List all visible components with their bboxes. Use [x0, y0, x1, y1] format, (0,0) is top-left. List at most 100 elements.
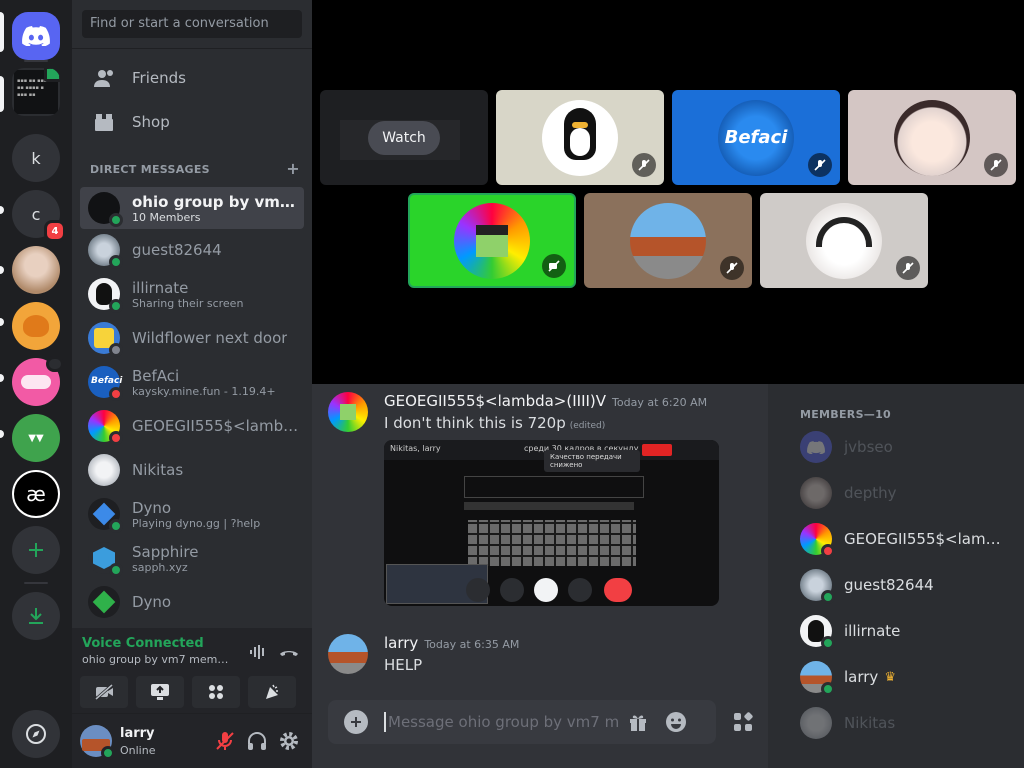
chat-panel: GEOEGII555$<lambda>(IIII)V Today at 6:20 …	[312, 384, 768, 768]
minecraft-head	[476, 224, 508, 257]
participant-avatar	[542, 99, 618, 176]
dm-item[interactable]: Dyno Playing dyno.gg | ?help	[80, 493, 304, 535]
avatar	[88, 586, 120, 618]
dm-item[interactable]: Sapphire sapph.xyz	[80, 537, 304, 579]
discord-home-button[interactable]	[12, 12, 60, 60]
embedded-toast: Качество передачи снижено	[544, 450, 640, 472]
muted-icon	[720, 256, 744, 280]
fox-avatar-icon	[23, 315, 49, 337]
soundboard-button[interactable]	[248, 676, 296, 708]
rail-separator	[24, 60, 48, 62]
avatar	[88, 542, 123, 577]
voice-channel-link[interactable]: ohio group by vm7 member...	[82, 653, 232, 666]
message-timestamp: Today at 6:20 AM	[612, 396, 708, 409]
message-input[interactable]: Message ohio group by vm7 me...	[388, 713, 618, 731]
member-item[interactable]: jvbseo	[800, 426, 1010, 468]
participant-tile[interactable]: Befaci	[672, 90, 840, 185]
noise-suppression-icon[interactable]	[248, 642, 268, 662]
member-item[interactable]: depthy	[800, 472, 1010, 514]
dm-item[interactable]: Befaci BefAci kaysky.mine.fun - 1.19.4+	[80, 361, 304, 403]
deafen-button[interactable]	[246, 730, 268, 756]
screen-share-button[interactable]	[136, 676, 184, 708]
embedded-keyboard	[468, 520, 636, 566]
message-author-line: larry Today at 6:35 AM	[384, 634, 519, 652]
befaci-logo: Befaci	[724, 127, 788, 148]
user-status: Online	[120, 744, 156, 757]
participant-avatar	[806, 202, 882, 279]
participant-tile[interactable]	[848, 90, 1016, 185]
avatar	[88, 454, 120, 486]
plus-icon	[29, 543, 43, 557]
gift-button[interactable]	[626, 710, 650, 734]
member-avatar	[800, 661, 835, 696]
server-ohio-group[interactable]: ▪▪▪ ▪▪ ▪▪▪ ▪▪ ▪▪▪▪ ▪ ▪▪▪ ▪▪	[12, 68, 60, 116]
server-ae[interactable]: æ	[12, 470, 60, 518]
status-online-icon	[109, 519, 123, 533]
dm-item[interactable]: illirnate Sharing their screen	[80, 273, 304, 315]
watch-stream-button[interactable]: Watch	[368, 120, 440, 155]
status-online-icon	[109, 563, 123, 577]
explore-button[interactable]	[12, 710, 60, 758]
dm-item[interactable]: Nikitas	[80, 449, 304, 491]
dm-item[interactable]: Wildflower next door	[80, 317, 304, 359]
dm-item[interactable]: Dyno	[80, 581, 304, 623]
image-attachment[interactable]: Nikitas, larry среди 30 кадров в секунду…	[384, 440, 719, 606]
download-apps-button[interactable]	[12, 592, 60, 640]
member-item[interactable]: guest82644	[800, 564, 1010, 606]
app-launcher-button[interactable]	[730, 709, 756, 735]
message-author[interactable]: GEOEGII555$<lambda>(IIII)V	[384, 392, 606, 410]
stream-tile[interactable]: Watch	[320, 90, 488, 185]
user-avatar[interactable]	[80, 725, 115, 760]
member-item[interactable]: larry ♛	[800, 656, 1010, 698]
server-k[interactable]: k	[12, 134, 60, 182]
member-item[interactable]: Nikitas	[800, 702, 1010, 744]
message-author[interactable]: larry	[384, 634, 418, 652]
mute-button[interactable]	[214, 730, 236, 756]
emoji-icon	[666, 712, 686, 732]
screen-share-icon	[151, 684, 169, 700]
dm-item-group[interactable]: ohio group by vm7 me...10 Members	[80, 187, 304, 229]
participant-tile[interactable]	[496, 90, 664, 185]
camera-off-button[interactable]	[80, 676, 128, 708]
member-avatar	[800, 615, 835, 650]
mention-badge: 4	[44, 220, 66, 242]
message-avatar[interactable]	[328, 634, 368, 674]
nav-shop[interactable]: Shop	[80, 101, 304, 143]
member-avatar	[800, 523, 835, 558]
dm-item[interactable]: guest82644	[80, 229, 304, 271]
status-online-icon	[109, 213, 123, 227]
status-dnd-icon	[109, 387, 123, 401]
member-item[interactable]: illirnate	[800, 610, 1010, 652]
participant-avatar	[630, 202, 706, 279]
nav-friends[interactable]: Friends	[80, 57, 304, 99]
status-online-icon	[821, 682, 835, 696]
voice-status[interactable]: Voice Connected	[82, 636, 204, 651]
status-dnd-icon	[821, 544, 835, 558]
participant-tile[interactable]	[760, 193, 928, 288]
server-portrait[interactable]	[12, 246, 60, 294]
voice-activity-badge	[44, 68, 60, 82]
activities-button[interactable]	[192, 676, 240, 708]
dm-item[interactable]: GEOEGII555$<lambd...	[80, 405, 304, 447]
friends-label: Friends	[132, 69, 186, 87]
upload-plus-button[interactable]	[344, 710, 368, 734]
create-dm-button[interactable]: +	[286, 161, 300, 177]
server-fox[interactable]	[12, 302, 60, 350]
muted-icon	[896, 256, 920, 280]
server-c[interactable]: c 4	[12, 190, 66, 242]
selected-pill	[0, 12, 4, 52]
search-input[interactable]: Find or start a conversation	[82, 10, 302, 38]
divider	[72, 48, 312, 49]
settings-button[interactable]	[278, 730, 300, 756]
emoji-button[interactable]	[664, 710, 688, 734]
participant-tile[interactable]	[584, 193, 752, 288]
participant-tile-speaking[interactable]	[408, 193, 576, 288]
shop-icon	[92, 110, 116, 134]
server-vegans[interactable]: ▼▼	[12, 414, 60, 462]
server-pink[interactable]	[12, 356, 64, 406]
add-server-button[interactable]	[12, 526, 60, 574]
member-item[interactable]: GEOEGII555$<lambd...	[800, 518, 1010, 560]
unread-pill	[0, 318, 4, 326]
message-avatar[interactable]	[328, 392, 368, 432]
disconnect-icon[interactable]	[278, 642, 300, 662]
